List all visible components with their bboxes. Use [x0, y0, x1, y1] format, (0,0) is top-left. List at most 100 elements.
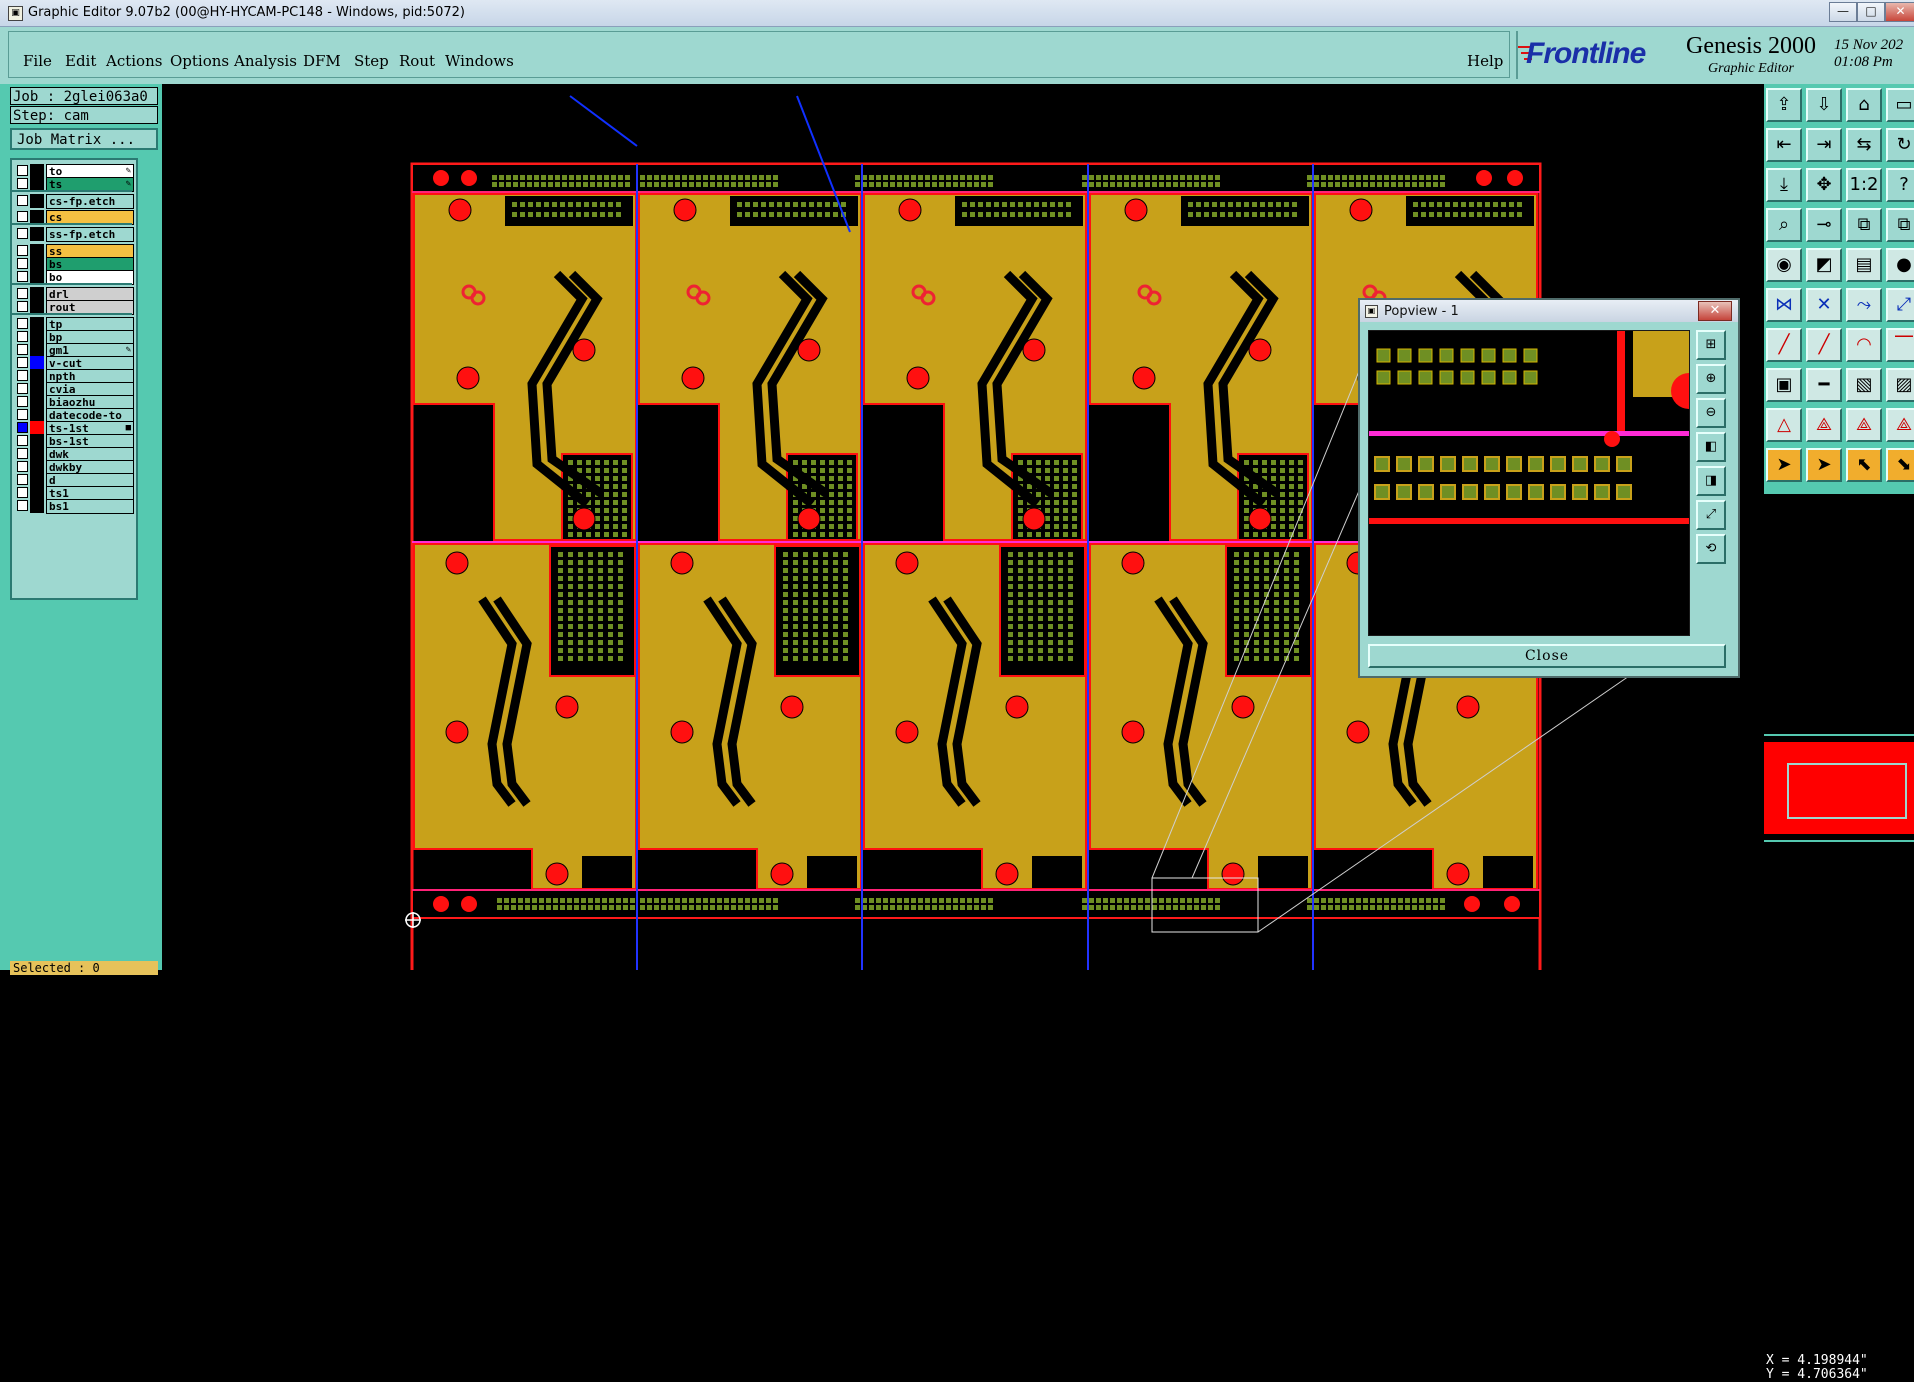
layer-color-swatch[interactable]	[30, 434, 44, 448]
rect-tool-1-icon[interactable]: ▣	[1766, 368, 1802, 402]
menu-options[interactable]: Options	[170, 52, 229, 70]
home-tool-2-icon[interactable]: ⇩	[1806, 88, 1842, 122]
popview-window[interactable]: ▣ Popview - 1 ✕ ⊞ ⊕ ⊖ ◧ ◨ ⤢ ⟲ Close	[1358, 298, 1740, 678]
select-tool-4-icon[interactable]: ⬊	[1886, 448, 1914, 482]
home-tool-4-icon[interactable]: ▭	[1886, 88, 1914, 122]
home-tool-3-icon[interactable]: ⌂	[1846, 88, 1882, 122]
select-tool-3-icon[interactable]: ⬉	[1846, 448, 1882, 482]
menu-help[interactable]: Help	[1467, 52, 1503, 70]
layer-row-tp[interactable]: tp	[15, 317, 134, 332]
arc-tool-3-icon[interactable]: ⟁	[1846, 408, 1882, 442]
layer-color-swatch[interactable]	[30, 460, 44, 474]
home-tool-1-icon[interactable]: ⇪	[1766, 88, 1802, 122]
node-tool-2-icon[interactable]: ✕	[1806, 288, 1842, 322]
layer-row-rout[interactable]: rout	[15, 300, 134, 315]
pad-tool-3-icon[interactable]: ▤	[1846, 248, 1882, 282]
line-tool-1-icon[interactable]: ╱	[1766, 328, 1802, 362]
rect-tool-3-icon[interactable]: ▧	[1846, 368, 1882, 402]
layer-color-swatch[interactable]	[30, 395, 44, 409]
layer-color-swatch[interactable]	[30, 343, 44, 357]
layer-row-to[interactable]: to ✎	[15, 164, 134, 179]
layer-row-ts-1st[interactable]: ts-1st ■	[15, 421, 134, 436]
layer-checkbox[interactable]	[17, 357, 28, 368]
popview-titlebar[interactable]: ▣ Popview - 1 ✕	[1360, 300, 1738, 322]
popview-pan-right-button[interactable]: ◨	[1696, 466, 1726, 496]
move-tool-2-icon[interactable]: ⇥	[1806, 128, 1842, 162]
layer-row-cs[interactable]: cs	[15, 210, 134, 225]
layer-color-swatch[interactable]	[30, 382, 44, 396]
select-tool-1-icon[interactable]: ➤	[1766, 448, 1802, 482]
layer-color-swatch[interactable]	[30, 270, 44, 284]
layer-row-dwk[interactable]: dwk	[15, 447, 134, 462]
arc-tool-4-icon[interactable]: ⟁	[1886, 408, 1914, 442]
layer-checkbox[interactable]	[17, 165, 28, 176]
layer-checkbox[interactable]	[17, 344, 28, 355]
layer-color-swatch[interactable]	[30, 257, 44, 271]
move-tool-3-icon[interactable]: ⇆	[1846, 128, 1882, 162]
layer-checkbox[interactable]	[17, 474, 28, 485]
layer-color-swatch[interactable]	[30, 300, 44, 314]
layer-name[interactable]: ss-fp.etch	[46, 227, 134, 242]
layer-checkbox[interactable]	[17, 396, 28, 407]
layer-color-swatch[interactable]	[30, 317, 44, 331]
layer-checkbox[interactable]	[17, 258, 28, 269]
menu-file[interactable]: File	[23, 52, 52, 70]
layer-row-ss-fp.etch[interactable]: ss-fp.etch	[15, 227, 134, 242]
popview-image[interactable]	[1368, 330, 1707, 636]
rect-tool-4-icon[interactable]: ▨	[1886, 368, 1914, 402]
select-tool-2-icon[interactable]: ➤	[1806, 448, 1842, 482]
layer-checkbox[interactable]	[17, 435, 28, 446]
node-tool-4-icon[interactable]: ⤢	[1886, 288, 1914, 322]
popview-refresh-button[interactable]: ⟲	[1696, 534, 1726, 564]
layer-color-swatch[interactable]	[30, 177, 44, 191]
layer-row-bs1[interactable]: bs1	[15, 499, 134, 514]
popview-zoom-in-button[interactable]: ⊕	[1696, 364, 1726, 394]
layer-checkbox[interactable]	[17, 245, 28, 256]
popview-close-button[interactable]: Close	[1368, 644, 1726, 668]
layer-row-bp[interactable]: bp	[15, 330, 134, 345]
menu-step[interactable]: Step	[354, 52, 389, 70]
layer-row-bs-1st[interactable]: bs-1st	[15, 434, 134, 449]
node-tool-3-icon[interactable]: ⤳	[1846, 288, 1882, 322]
zoom-tool-1-icon[interactable]: ⤓	[1766, 168, 1802, 202]
layer-color-swatch[interactable]	[30, 330, 44, 344]
layer-row-bo[interactable]: bo	[15, 270, 134, 285]
move-tool-1-icon[interactable]: ⇤	[1766, 128, 1802, 162]
layer-row-datecode-to[interactable]: datecode-to	[15, 408, 134, 423]
layer-color-swatch[interactable]	[30, 227, 44, 241]
layer-row-cvia[interactable]: cvia	[15, 382, 134, 397]
layer-row-biaozhu[interactable]: biaozhu	[15, 395, 134, 410]
layer-checkbox[interactable]	[17, 461, 28, 472]
measure-tool-4-icon[interactable]: ⧉	[1886, 208, 1914, 242]
layer-row-dwkby[interactable]: dwkby	[15, 460, 134, 475]
layer-row-gm1[interactable]: gm1 ✎	[15, 343, 134, 358]
layer-checkbox[interactable]	[17, 301, 28, 312]
layer-color-swatch[interactable]	[30, 244, 44, 258]
layer-row-bs[interactable]: bs	[15, 257, 134, 272]
arc-tool-1-icon[interactable]: △	[1766, 408, 1802, 442]
layer-checkbox[interactable]	[17, 422, 28, 433]
layer-color-swatch[interactable]	[30, 369, 44, 383]
pad-tool-1-icon[interactable]: ◉	[1766, 248, 1802, 282]
zoom-tool-4-icon[interactable]: ?	[1886, 168, 1914, 202]
layer-checkbox[interactable]	[17, 370, 28, 381]
maximize-button[interactable]: □	[1857, 2, 1885, 22]
menu-actions[interactable]: Actions	[106, 52, 162, 70]
layer-checkbox[interactable]	[17, 271, 28, 282]
layer-color-swatch[interactable]	[30, 473, 44, 487]
layer-name[interactable]: bs1	[46, 499, 134, 514]
menu-edit[interactable]: Edit	[65, 52, 96, 70]
menu-analysis[interactable]: Analysis	[234, 52, 297, 70]
menu-dfm[interactable]: DFM	[303, 52, 341, 70]
popview-close-icon[interactable]: ✕	[1698, 301, 1732, 321]
layer-checkbox[interactable]	[17, 409, 28, 420]
layer-checkbox[interactable]	[17, 500, 28, 511]
layer-color-swatch[interactable]	[30, 499, 44, 513]
popview-zoom-home-button[interactable]: ⊞	[1696, 330, 1726, 360]
layer-row-d[interactable]: d	[15, 473, 134, 488]
layer-row-drl[interactable]: drl	[15, 287, 134, 302]
layer-color-swatch[interactable]	[30, 287, 44, 301]
menu-rout[interactable]: Rout	[399, 52, 435, 70]
popview-pan-left-button[interactable]: ◧	[1696, 432, 1726, 462]
layer-checkbox[interactable]	[17, 331, 28, 342]
